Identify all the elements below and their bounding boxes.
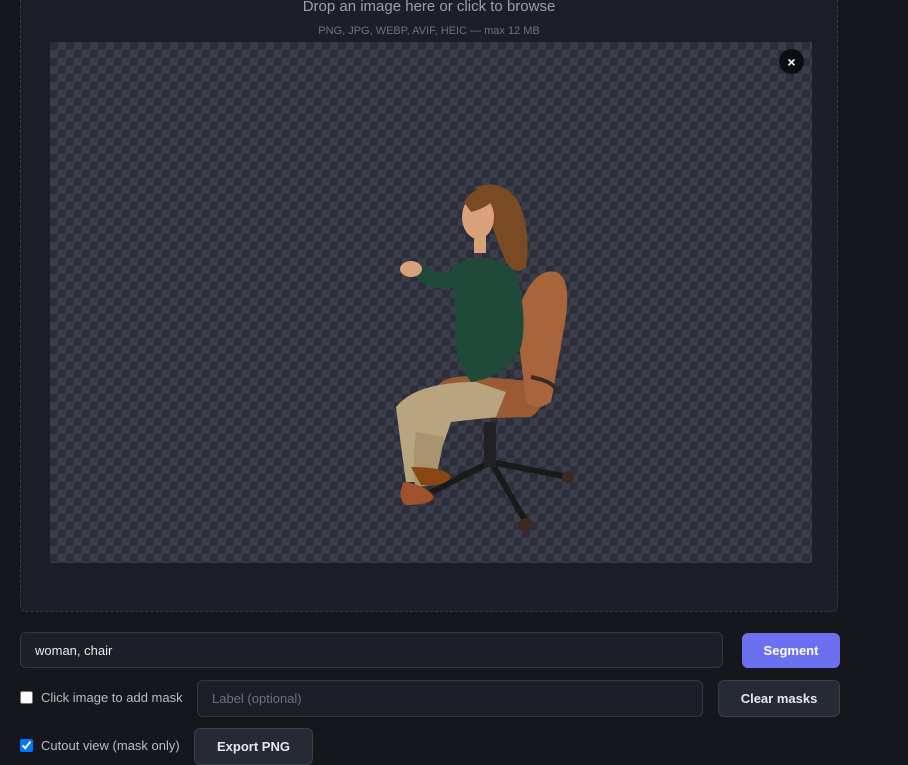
dropzone-title: Drop an image here or click to browse (302, 0, 556, 15)
cutout-view-checkbox[interactable] (20, 739, 33, 752)
click-to-add-mask-label: Click image to add mask (41, 690, 183, 705)
clear-masks-button[interactable]: Clear masks (718, 680, 840, 717)
image-dropzone[interactable]: Drop an image here or click to browse PN… (20, 0, 838, 612)
export-png-button[interactable]: Export PNG (194, 728, 313, 765)
click-to-add-mask-checkbox[interactable] (20, 691, 33, 704)
cutout-image (396, 184, 574, 532)
text-prompt-input[interactable] (20, 632, 723, 668)
cutout-view-label: Cutout view (mask only) (41, 738, 180, 753)
close-icon[interactable]: × (779, 49, 804, 74)
chair-base (423, 459, 571, 525)
dropzone-hint: PNG, JPG, WEBP, AVIF, HEIC — max 12 MB (318, 25, 540, 37)
segment-button[interactable]: Segment (742, 633, 840, 668)
cutout-view-toggle[interactable]: Cutout view (mask only) (20, 738, 180, 753)
click-to-add-mask-toggle[interactable]: Click image to add mask (20, 690, 183, 705)
image-preview-canvas[interactable]: × (50, 42, 812, 563)
mask-label-input[interactable] (197, 680, 703, 717)
